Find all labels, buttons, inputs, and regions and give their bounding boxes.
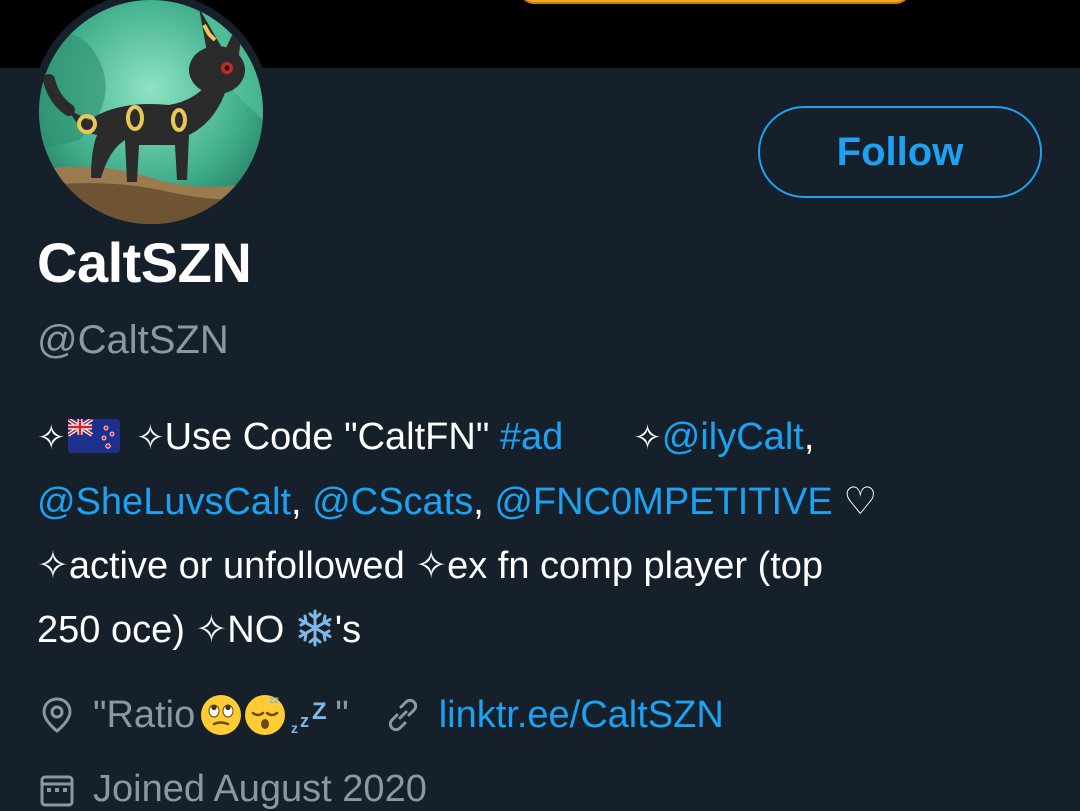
svg-text:Z: Z <box>312 698 327 725</box>
bio-line-2: @SheLuvsCalt, @CScats, @FNC0MPETITIVE ♡ <box>37 470 1047 534</box>
avatar-image <box>39 0 263 224</box>
svg-text:z: z <box>300 711 309 731</box>
sparkle-icon: ✧ <box>136 419 165 457</box>
bio-line-4-suffix: 's <box>334 609 362 651</box>
avatar[interactable] <box>31 0 271 232</box>
bio-line-4-text: 250 oce) ✧NO <box>37 609 295 651</box>
eye-roll-emoji-icon <box>201 695 242 735</box>
profile-location: "Ratio <box>93 693 196 736</box>
bio-line-4: 250 oce) ✧NO 's <box>37 598 1047 662</box>
banner-graphic <box>520 0 910 4</box>
zzz-icon: z z Z <box>289 693 333 737</box>
bio-line-1: ✧ ✧Use Code "CaltFN" #ad ✧@ilyCalt, <box>37 405 1047 470</box>
sparkle-icon: ✧ <box>633 419 662 457</box>
profile-bio: ✧ ✧Use Code "CaltFN" #ad ✧@ilyCalt, @SheL… <box>37 405 1047 662</box>
location-pin-icon <box>42 697 72 733</box>
bio-code-text: Use Code "CaltFN" <box>164 416 500 458</box>
bio-separator: , <box>473 481 495 523</box>
follow-button[interactable]: Follow <box>758 106 1042 198</box>
sleeping-emoji-icon: zz <box>245 695 286 735</box>
profile-joined-date: Joined August 2020 <box>37 768 427 811</box>
profile-location-end: " <box>335 693 349 736</box>
svg-text:zz: zz <box>269 695 279 706</box>
mention-link-ilycalt[interactable]: @ilyCalt <box>662 416 804 458</box>
bio-separator: , <box>803 416 815 458</box>
calendar-icon <box>40 775 74 806</box>
link-icon <box>388 698 417 732</box>
snowflake-icon <box>298 609 332 647</box>
display-name: CaltSZN <box>37 231 252 294</box>
username-handle: @CaltSZN <box>37 318 229 362</box>
hashtag-link[interactable]: #ad <box>500 416 563 458</box>
zzz-graphic: z z Z <box>291 698 327 736</box>
heart-icon: ♡ <box>832 481 878 523</box>
profile-meta: "Ratio zz z z Z " linktr.ee/CaltSZN <box>37 690 724 740</box>
sparkle-icon: ✧ <box>37 419 66 457</box>
profile-website-link[interactable]: linktr.ee/CaltSZN <box>439 694 724 737</box>
mention-link-fncompetitive[interactable]: @FNC0MPETITIVE <box>494 481 832 523</box>
bio-separator: , <box>291 481 313 523</box>
bio-line-3: ✧active or unfollowed ✧ex fn comp player… <box>37 545 824 587</box>
svg-text:z: z <box>291 720 298 736</box>
mention-link-sheluvscalt[interactable]: @SheLuvsCalt <box>37 481 291 523</box>
new-zealand-flag-icon <box>67 419 120 453</box>
joined-text: Joined August 2020 <box>93 768 427 810</box>
mention-link-cscats[interactable]: @CScats <box>312 481 473 523</box>
